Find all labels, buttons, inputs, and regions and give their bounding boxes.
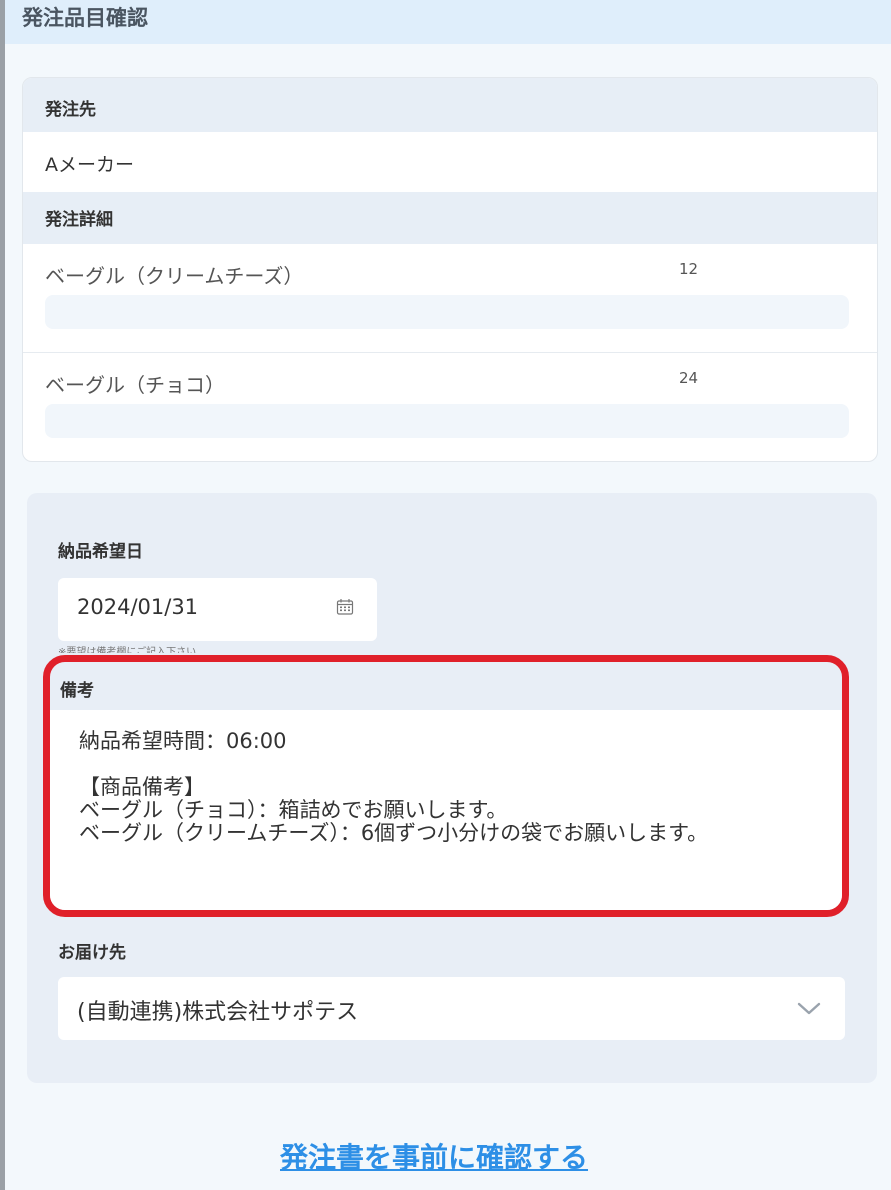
- remarks-field[interactable]: 納品希望時間：06:00 【商品備考】 ベーグル（チョコ）：箱詰めでお願いします…: [50, 710, 842, 910]
- remarks-highlight: 備考 納品希望時間：06:00 【商品備考】 ベーグル（チョコ）：箱詰めでお願い…: [43, 655, 849, 917]
- item-name: ベーグル（チョコ）: [45, 373, 225, 397]
- delivery-date-input[interactable]: 2024/01/31: [58, 578, 377, 641]
- item-note-field[interactable]: [45, 295, 849, 329]
- item-quantity: 12: [679, 260, 699, 278]
- preview-order-link[interactable]: 発注書を事前に確認する: [280, 1136, 588, 1176]
- delivery-date-value: 2024/01/31: [77, 595, 199, 619]
- calendar-icon[interactable]: [336, 598, 354, 616]
- destination-value: (自動連携)株式会社サポテス: [77, 1000, 359, 1025]
- item-note-field[interactable]: [45, 404, 849, 438]
- date-note: ※要望は備考欄にご記入下さい: [58, 647, 197, 653]
- order-summary-card: 発注先 Aメーカー 発注詳細 ベーグル（クリームチーズ） 12 ベーグル（チョコ…: [22, 77, 878, 462]
- destination-select[interactable]: (自動連携)株式会社サポテス: [58, 977, 845, 1040]
- delivery-card: 納品希望日 2024/01/31 ※要望は備考欄にご記入下さい 備考 納品希望時…: [27, 493, 877, 1083]
- destination-label: お届け先: [58, 943, 126, 963]
- page-title: 発注品目確認: [22, 6, 148, 30]
- item-name: ベーグル（クリームチーズ）: [45, 264, 304, 288]
- remarks-text: 納品希望時間：06:00 【商品備考】 ベーグル（チョコ）：箱詰めでお願いします…: [79, 729, 709, 845]
- chevron-down-icon[interactable]: [796, 999, 822, 1017]
- vendor-label: 発注先: [45, 100, 96, 120]
- details-section-header: 発注詳細: [23, 192, 877, 244]
- vendor-section-header: 発注先: [23, 78, 877, 132]
- header-bar: 発注品目確認: [5, 0, 891, 44]
- details-label: 発注詳細: [45, 210, 113, 230]
- order-confirmation-screen: 発注品目確認 発注先 Aメーカー 発注詳細 ベーグル（クリームチーズ） 12 ベ…: [0, 0, 891, 1190]
- order-item: ベーグル（チョコ） 24: [23, 353, 877, 461]
- item-quantity: 24: [679, 369, 699, 387]
- remarks-label: 備考: [60, 681, 94, 701]
- delivery-date-label: 納品希望日: [58, 542, 143, 562]
- order-item: ベーグル（クリームチーズ） 12: [23, 244, 877, 352]
- vendor-name: Aメーカー: [45, 154, 134, 176]
